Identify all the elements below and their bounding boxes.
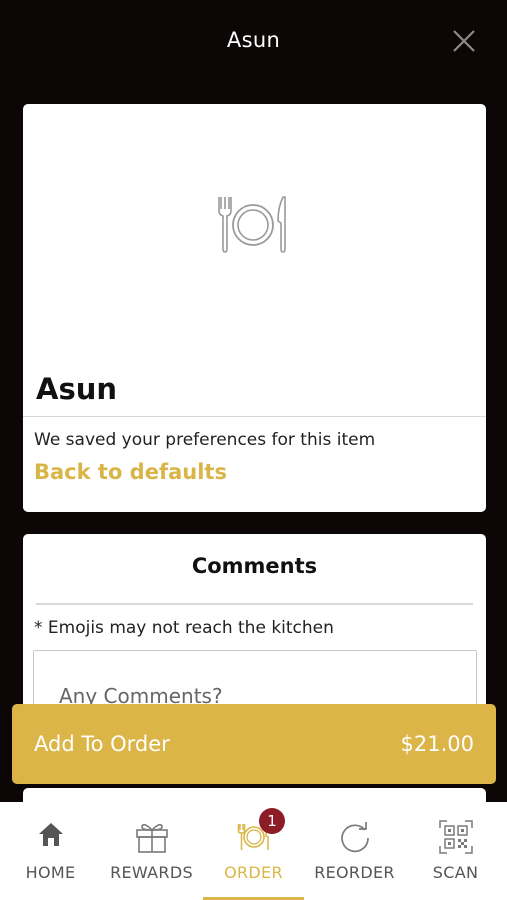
- order-price: $21.00: [400, 732, 474, 756]
- order-count-badge: 1: [259, 808, 285, 834]
- nav-item-rewards[interactable]: REWARDS: [101, 802, 202, 900]
- nav-label: REORDER: [314, 863, 395, 882]
- close-icon[interactable]: [451, 28, 477, 54]
- nav-item-order[interactable]: 1 ORDER: [203, 802, 304, 900]
- comments-title: Comments: [191, 554, 318, 578]
- add-to-order-button[interactable]: Add To Order $21.00: [12, 704, 496, 784]
- nav-item-scan[interactable]: SCAN: [405, 802, 506, 900]
- gift-icon: [135, 823, 168, 853]
- add-to-order-label: Add To Order: [34, 732, 170, 756]
- back-to-defaults-link[interactable]: Back to defaults: [34, 460, 227, 484]
- page-title: Asun: [226, 28, 281, 52]
- home-icon: [38, 823, 63, 846]
- nav-label: REWARDS: [110, 863, 193, 882]
- emoji-note: * Emojis may not reach the kitchen: [34, 618, 334, 638]
- saved-preferences-text: We saved your preferences for this item: [34, 430, 376, 450]
- nav-item-home[interactable]: HOME: [0, 802, 101, 900]
- nav-item-reorder[interactable]: REORDER: [304, 802, 405, 900]
- nav-label: HOME: [25, 863, 76, 882]
- screen: Asun Asun We saved your preferences for …: [0, 0, 507, 900]
- divider: [36, 603, 473, 605]
- header: Asun: [0, 0, 507, 84]
- plate-icon: [218, 196, 286, 253]
- nav-label: ORDER: [224, 863, 283, 882]
- nav-label: SCAN: [432, 863, 479, 882]
- qr-code-icon: [438, 820, 473, 854]
- refresh-icon: [340, 822, 369, 853]
- bottom-nav: HOME REWARDS 1 ORDER REORDER SCAN: [0, 802, 507, 900]
- item-card: [23, 104, 486, 512]
- item-name: Asun: [36, 372, 117, 406]
- divider: [23, 416, 486, 417]
